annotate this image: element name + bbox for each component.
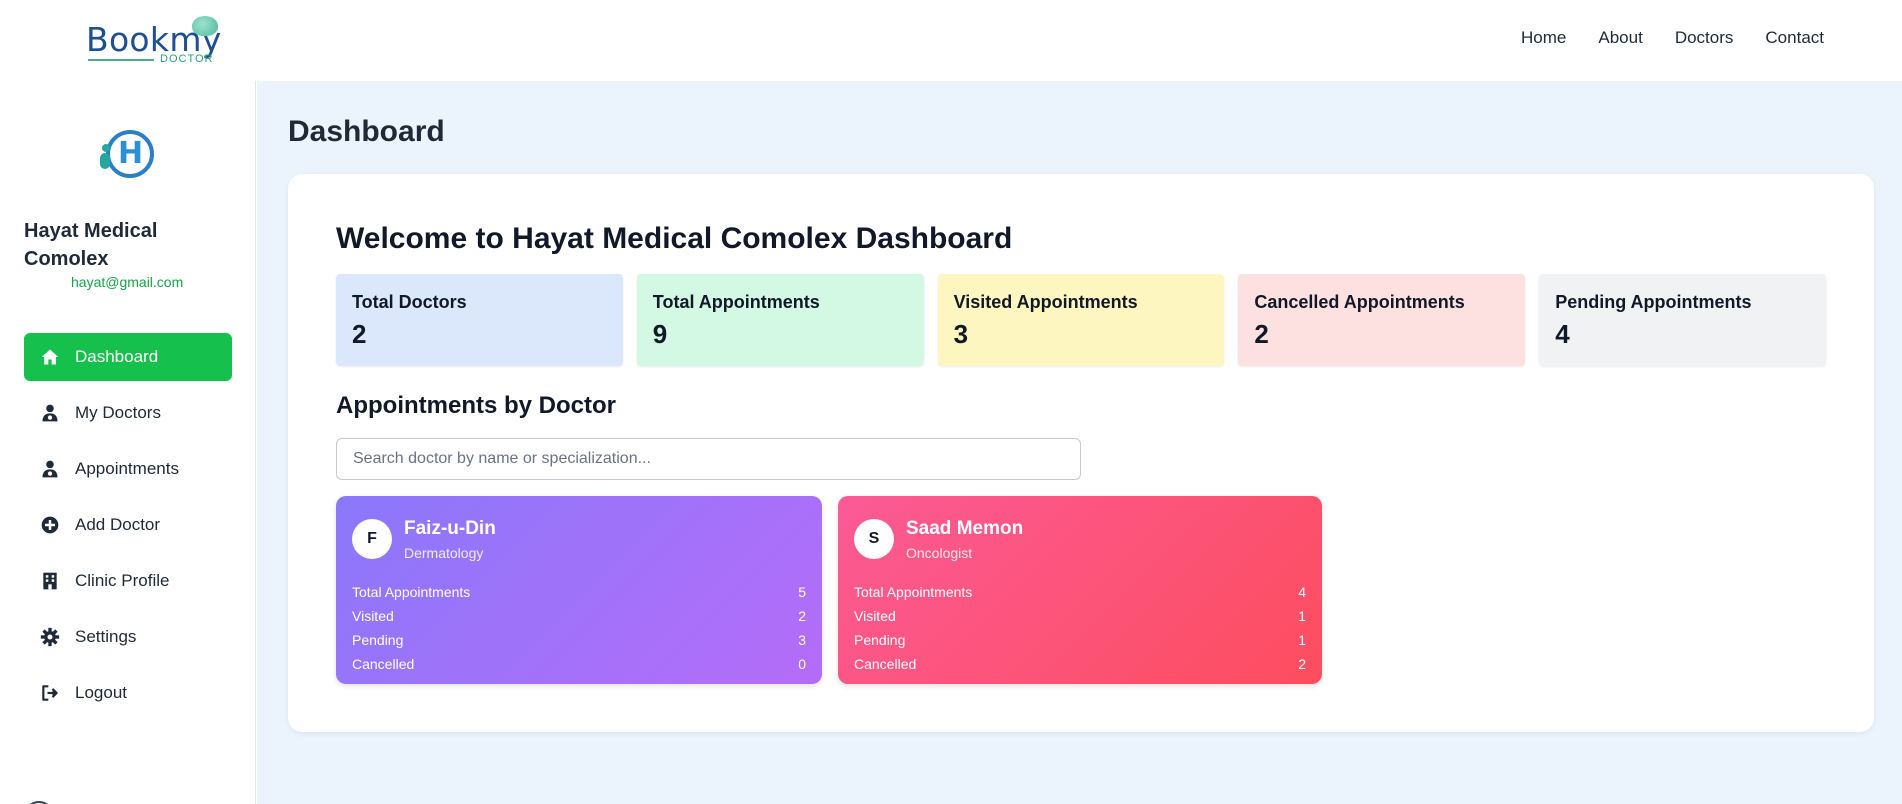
sidebar-item-clinic-profile[interactable]: Clinic Profile [24,557,232,605]
sidebar-item-my-doctors[interactable]: My Doctors [24,389,232,437]
sidebar-item-add-doctor[interactable]: Add Doctor [24,501,232,549]
doctor-card[interactable]: S Saad Memon Oncologist Total Appointmen… [838,496,1322,684]
sidebar-item-appointments[interactable]: Appointments [24,445,232,493]
stat-visited-appointments: Visited Appointments 3 [937,274,1225,366]
sidebar-item-label: Dashboard [75,347,159,366]
welcome-heading: Welcome to Hayat Medical Comolex Dashboa… [336,222,1013,255]
sidebar-menu: Dashboard My Doctors Appointments Add Do… [24,333,232,725]
doctor-specialization: Oncologist [906,544,973,561]
plus-circle-icon [40,515,60,535]
doctor-stat-row: Pending 1 [854,628,1306,652]
doctor-icon [40,403,60,423]
doctor-card-header: S Saad Memon Oncologist [854,516,1306,562]
bookmy-doctor-logo[interactable]: Bookmy DOCTOR [86,14,221,68]
doctor-specialization: Dermatology [404,544,484,561]
doctor-search-input[interactable] [336,438,1081,480]
row-value: 4 [1298,584,1306,600]
stat-value: 2 [352,319,367,349]
row-label: Cancelled [352,656,415,672]
sidebar-item-settings[interactable]: Settings [24,613,232,661]
stat-label: Pending Appointments [1555,292,1752,312]
row-value: 1 [1298,632,1306,648]
stat-label: Total Doctors [352,292,467,312]
building-icon [40,571,60,591]
row-value: 5 [798,584,806,600]
sidebar-item-label: Appointments [75,459,179,478]
doctor-name: Saad Memon [906,517,1024,539]
stats-row: Total Doctors 2 Total Appointments 9 Vis… [336,274,1826,366]
row-label: Total Appointments [352,584,471,600]
stat-label: Cancelled Appointments [1254,292,1465,312]
sidebar: H Hayat Medical Comolex hayat@gmail.com … [0,81,256,804]
logo-underline [88,59,154,61]
main-content: Dashboard Welcome to Hayat Medical Comol… [257,81,1902,804]
person-icon [100,144,112,169]
doctor-icon [40,459,60,479]
clinic-name: Hayat Medical Comolex [24,220,158,270]
doctor-info: Saad Memon Oncologist [906,518,1023,561]
doctor-stat-row: Visited 2 [352,604,806,628]
doctor-cards: F Faiz-u-Din Dermatology Total Appointme… [336,496,1322,684]
row-value: 3 [798,632,806,648]
doctor-stat-row: Total Appointments 4 [854,580,1306,604]
row-label: Total Appointments [854,584,973,600]
row-label: Visited [352,608,394,624]
stat-total-doctors: Total Doctors 2 [336,274,623,366]
stat-value: 9 [652,319,668,349]
row-label: Pending [352,632,404,648]
nav-about[interactable]: About [1598,28,1642,48]
stat-value: 2 [1254,319,1269,349]
doctor-avatar: S [854,519,894,559]
doctor-info: Faiz-u-Din Dermatology [404,518,496,561]
nav-doctors[interactable]: Doctors [1675,28,1734,48]
sidebar-item-dashboard[interactable]: Dashboard [24,333,232,381]
dashboard-card: Welcome to Hayat Medical Comolex Dashboa… [288,174,1874,732]
hospital-h-icon: H [118,136,144,171]
gear-icon [40,627,60,647]
clinic-logo: H [100,130,156,178]
nav-contact[interactable]: Contact [1765,28,1824,48]
stat-total-appointments: Total Appointments 9 [636,274,924,366]
stat-label: Total Appointments [652,292,820,312]
logout-icon [40,683,60,703]
doctor-card[interactable]: F Faiz-u-Din Dermatology Total Appointme… [336,496,822,684]
sidebar-item-label: Clinic Profile [75,571,170,590]
doctor-card-header: F Faiz-u-Din Dermatology [352,516,806,562]
doctor-stat-row: Cancelled 0 [352,652,806,676]
stat-value: 4 [1555,319,1570,349]
sidebar-item-logout[interactable]: Logout [24,669,232,717]
stat-value: 3 [953,319,969,349]
sidebar-item-label: Settings [75,627,137,646]
main-nav: Home About Doctors Contact [1521,28,1824,48]
row-label: Cancelled [854,656,917,672]
doctor-stat-row: Visited 1 [854,604,1306,628]
logo-subtext: DOCTOR [160,53,214,65]
stat-pending-appointments: Pending Appointments 4 [1539,274,1826,366]
row-label: Visited [854,608,896,624]
row-value: 0 [798,656,806,672]
doctor-name: Faiz-u-Din [404,517,496,539]
sidebar-item-label: Add Doctor [75,515,161,534]
section-title: Appointments by Doctor [336,392,616,419]
doctor-stat-row: Pending 3 [352,628,806,652]
sidebar-item-label: My Doctors [75,403,161,422]
row-value: 2 [1298,656,1306,672]
row-label: Pending [854,632,906,648]
clinic-email: hayat@gmail.com [71,274,184,290]
sidebar-item-label: Logout [75,683,127,702]
nav-home[interactable]: Home [1521,28,1566,48]
doctor-stat-row: Total Appointments 5 [352,580,806,604]
stat-cancelled-appointments: Cancelled Appointments 2 [1238,274,1526,366]
doctor-avatar: F [352,519,392,559]
row-value: 1 [1298,608,1306,624]
home-icon [40,347,60,367]
brain-icon [192,16,218,36]
stat-label: Visited Appointments [953,292,1138,312]
row-value: 2 [798,608,806,624]
doctor-stat-row: Cancelled 2 [854,652,1306,676]
page-title: Dashboard [288,115,445,148]
top-navbar: Bookmy DOCTOR Home About Doctors Contact [0,0,1902,81]
